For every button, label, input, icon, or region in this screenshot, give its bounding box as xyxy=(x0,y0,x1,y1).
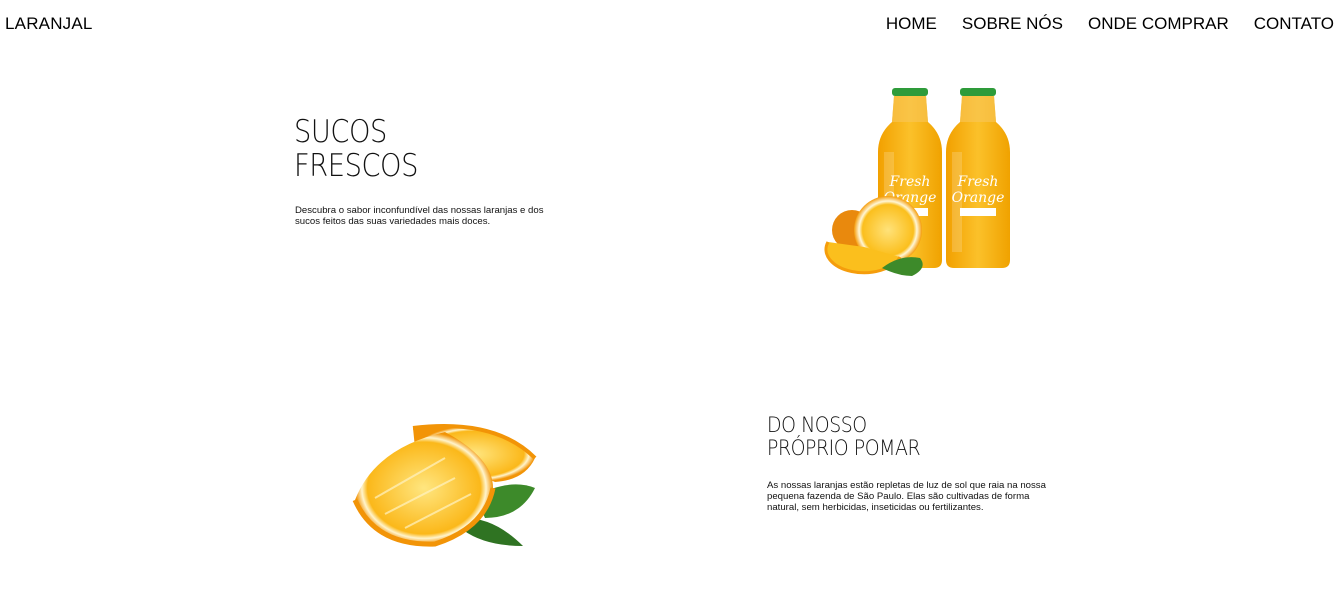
orange-slices-image xyxy=(352,424,537,547)
bottle-2-label-2: Orange xyxy=(952,190,1005,206)
orchard-title-line2: PRÓPRIO POMAR xyxy=(767,436,921,461)
nav-contato[interactable]: CONTATO xyxy=(1254,14,1334,34)
nav-onde-comprar[interactable]: ONDE COMPRAR xyxy=(1088,14,1229,34)
page: LARANJAL HOME SOBRE NÓS ONDE COMPRAR CON… xyxy=(0,0,1341,613)
orange-slices xyxy=(824,196,923,276)
hero-title-line1: SUCOS xyxy=(294,114,387,150)
nav-sobre-nos[interactable]: SOBRE NÓS xyxy=(962,14,1063,34)
orchard-title: DO NOSSO PRÓPRIO POMAR xyxy=(767,413,947,461)
nav-home[interactable]: HOME xyxy=(886,14,937,34)
bottle-2: Fresh Orange xyxy=(946,88,1010,268)
juice-bottles-image: Fresh Orange Fresh Orange xyxy=(824,88,1010,276)
bottle-2-label: Fresh xyxy=(957,174,999,190)
bottle-1-label: Fresh xyxy=(889,174,931,190)
hero-title: SUCOS FRESCOS xyxy=(294,115,470,183)
hero-description: Descubra o sabor inconfundível das nossa… xyxy=(295,205,544,227)
hero-title-line2: FRESCOS xyxy=(294,148,418,185)
orchard-title-line1: DO NOSSO xyxy=(767,413,867,437)
main-nav: HOME SOBRE NÓS ONDE COMPRAR CONTATO xyxy=(886,14,1334,34)
orchard-description: As nossas laranjas estão repletas de luz… xyxy=(767,480,1046,513)
site-logo[interactable]: LARANJAL xyxy=(5,14,93,34)
